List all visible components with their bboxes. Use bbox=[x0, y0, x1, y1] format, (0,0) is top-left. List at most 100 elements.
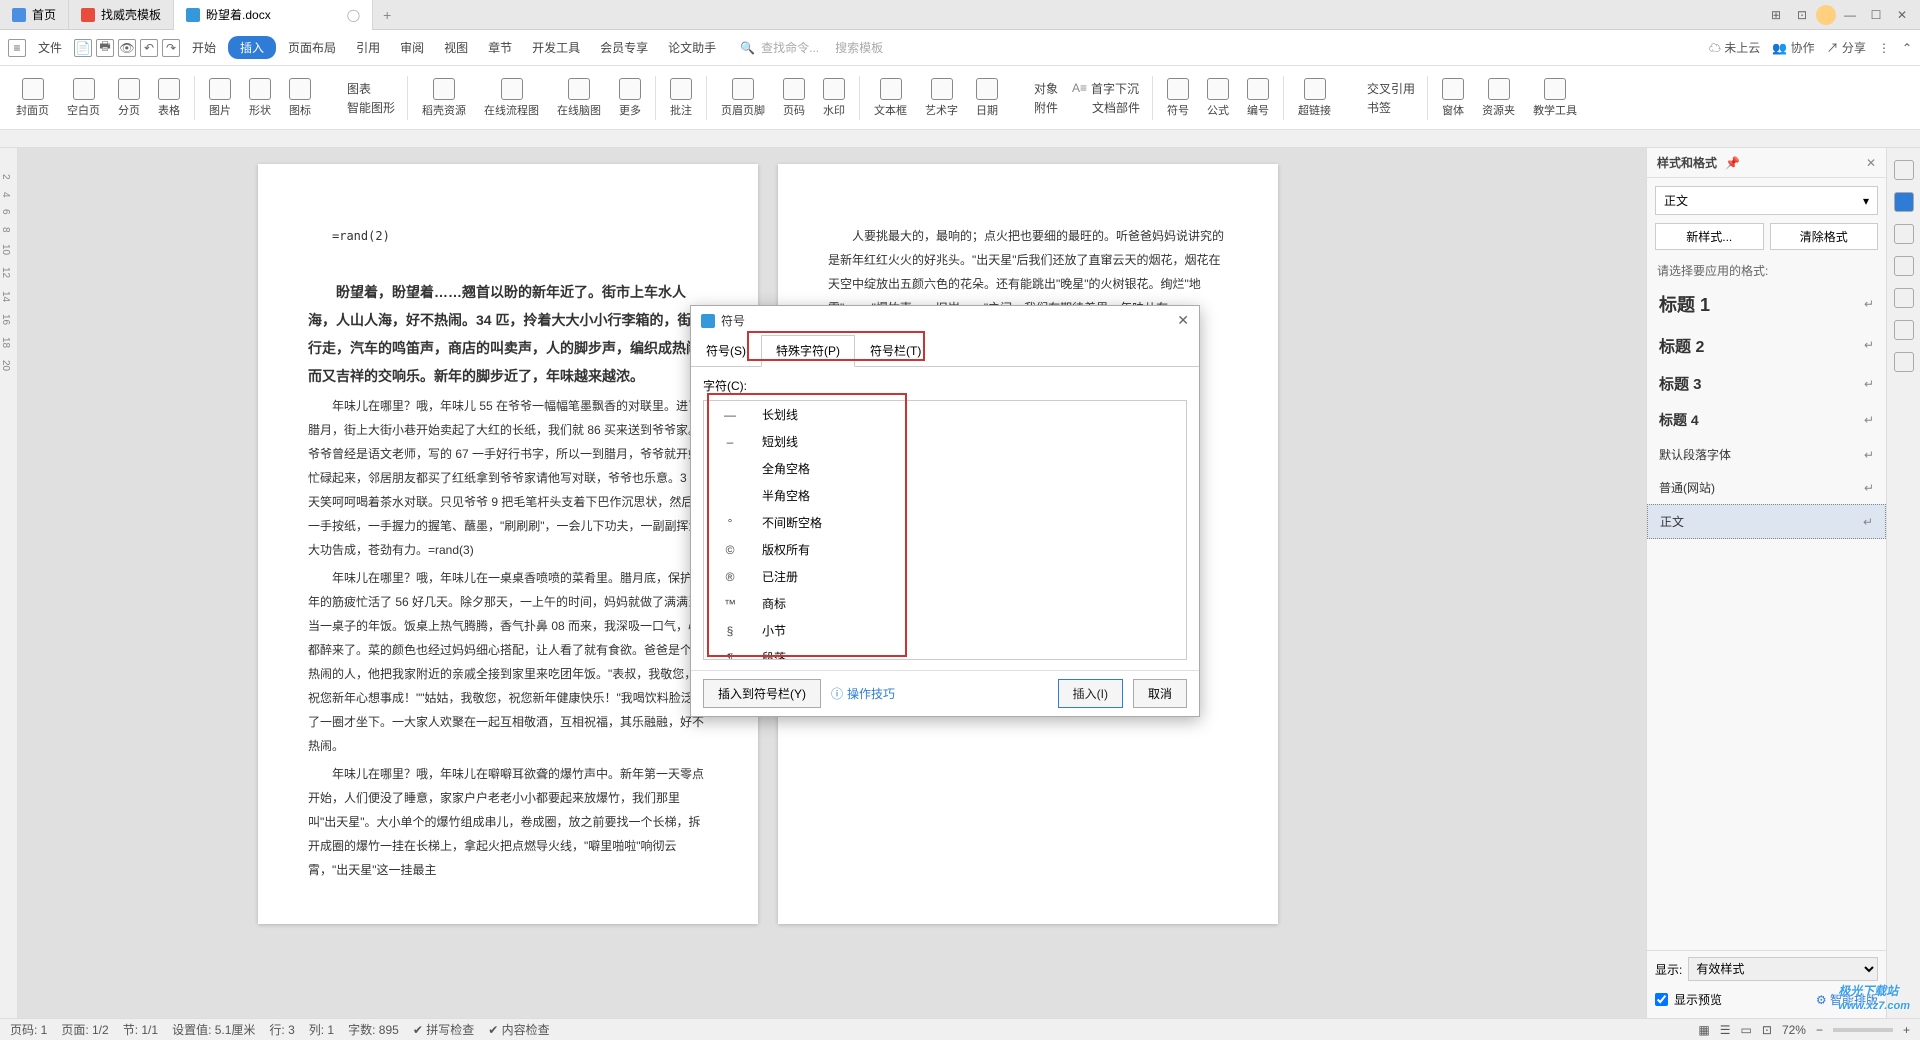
menu-layout[interactable]: 页面布局 bbox=[280, 35, 344, 60]
styles-pin-icon[interactable]: 📌 bbox=[1725, 156, 1740, 170]
ribbon-date[interactable]: 日期 bbox=[968, 76, 1006, 120]
menu-ref[interactable]: 引用 bbox=[348, 35, 388, 60]
ribbon-teach[interactable]: 教学工具 bbox=[1525, 76, 1585, 120]
preview-icon[interactable]: 👁 bbox=[118, 39, 136, 57]
dialog-close-icon[interactable]: ✕ bbox=[1177, 312, 1189, 329]
char-row[interactable]: —长划线 bbox=[704, 401, 1186, 428]
style-item[interactable]: 标题 3↵ bbox=[1647, 365, 1886, 402]
tab-home[interactable]: 首页 bbox=[0, 0, 69, 30]
menu-view[interactable]: 视图 bbox=[436, 35, 476, 60]
save-icon[interactable]: 📄 bbox=[74, 39, 92, 57]
tool-icon-7[interactable] bbox=[1894, 352, 1914, 372]
style-item[interactable]: 默认段落字体↵ bbox=[1647, 438, 1886, 471]
ribbon-cover[interactable]: 封面页 bbox=[8, 76, 57, 120]
horizontal-ruler[interactable] bbox=[0, 130, 1920, 148]
zoom-fit-icon[interactable]: ⊡ bbox=[1762, 1023, 1772, 1037]
status-page[interactable]: 页码: 1 bbox=[10, 1021, 47, 1038]
user-avatar[interactable] bbox=[1816, 5, 1836, 25]
ribbon-icon[interactable]: 图标 bbox=[281, 76, 319, 120]
tool-icon-2[interactable] bbox=[1894, 192, 1914, 212]
cancel-button[interactable]: 取消 bbox=[1133, 679, 1187, 708]
tool-icon-6[interactable] bbox=[1894, 320, 1914, 340]
close-button[interactable]: ✕ bbox=[1890, 3, 1914, 27]
template-search[interactable]: 搜索模板 bbox=[835, 39, 883, 56]
menu-file[interactable]: 文件 bbox=[30, 35, 70, 60]
more-icon[interactable]: ⋮ bbox=[1878, 41, 1890, 55]
maximize-button[interactable]: ☐ bbox=[1864, 3, 1888, 27]
ribbon-crossref[interactable]: 交叉引用 bbox=[1347, 80, 1415, 97]
undo-icon[interactable]: ↶ bbox=[140, 39, 158, 57]
style-item[interactable]: 标题 2↵ bbox=[1647, 325, 1886, 365]
style-item[interactable]: 标题 4↵ bbox=[1647, 402, 1886, 438]
redo-icon[interactable]: ↷ bbox=[162, 39, 180, 57]
ribbon-object[interactable]: 对象 bbox=[1014, 80, 1058, 97]
ribbon-symbol[interactable]: 符号 bbox=[1159, 76, 1197, 120]
insert-button[interactable]: 插入(I) bbox=[1058, 679, 1123, 708]
ribbon-wordart[interactable]: 艺术字 bbox=[917, 76, 966, 120]
ribbon-batch[interactable]: 批注 bbox=[662, 76, 700, 120]
char-row[interactable]: ™商标 bbox=[704, 590, 1186, 617]
apps-icon[interactable]: ⊡ bbox=[1790, 3, 1814, 27]
ribbon-resource2[interactable]: 资源夹 bbox=[1474, 76, 1523, 120]
ribbon-number[interactable]: 编号 bbox=[1239, 76, 1277, 120]
ribbon-flowchart[interactable]: 在线流程图 bbox=[476, 76, 547, 120]
ribbon-pagebreak[interactable]: 分页 bbox=[110, 76, 148, 120]
ribbon-firstdrop[interactable]: A≡首字下沉 bbox=[1072, 80, 1140, 97]
ribbon-hyperlink[interactable]: 超链接 bbox=[1290, 76, 1339, 120]
char-row[interactable]: ¶段落 bbox=[704, 644, 1186, 660]
tool-icon-1[interactable] bbox=[1894, 160, 1914, 180]
tool-icon-3[interactable] bbox=[1894, 224, 1914, 244]
zoom-out-icon[interactable]: − bbox=[1816, 1023, 1823, 1037]
preview-checkbox[interactable] bbox=[1655, 993, 1668, 1006]
ribbon-form[interactable]: 窗体 bbox=[1434, 76, 1472, 120]
dialog-tab-special[interactable]: 特殊字符(P) bbox=[761, 335, 855, 367]
ribbon-header[interactable]: 页眉页脚 bbox=[713, 76, 773, 120]
status-pages[interactable]: 页面: 1/2 bbox=[61, 1021, 108, 1038]
cooperate-button[interactable]: 👥 协作 bbox=[1772, 39, 1814, 56]
smart-layout-link[interactable]: ⚙ 智能排版 bbox=[1816, 991, 1878, 1008]
menu-thesis[interactable]: 论文助手 bbox=[660, 35, 724, 60]
ribbon-bookmark[interactable]: 书签 bbox=[1347, 99, 1415, 116]
dialog-tab-bar[interactable]: 符号栏(T) bbox=[855, 335, 936, 366]
ribbon-smart[interactable]: 智能图形 bbox=[327, 99, 395, 116]
ribbon-pagenum[interactable]: 页码 bbox=[775, 76, 813, 120]
char-row[interactable]: 半角空格 bbox=[704, 482, 1186, 509]
current-style-select[interactable]: 正文 ▾ bbox=[1655, 186, 1878, 215]
menu-review[interactable]: 审阅 bbox=[392, 35, 432, 60]
cloud-status[interactable]: ☁ 未上云 bbox=[1709, 39, 1760, 56]
char-row[interactable]: °不间断空格 bbox=[704, 509, 1186, 536]
char-row[interactable]: ®已注册 bbox=[704, 563, 1186, 590]
share-button[interactable]: ↗ 分享 bbox=[1827, 39, 1866, 56]
vertical-ruler[interactable]: 2468101214161820 bbox=[0, 148, 18, 1018]
show-select[interactable]: 有效样式 bbox=[1688, 957, 1878, 981]
ribbon-pic[interactable]: 图片 bbox=[201, 76, 239, 120]
zoom-in-icon[interactable]: + bbox=[1903, 1023, 1910, 1037]
ribbon-chart[interactable]: 图表 bbox=[327, 80, 395, 97]
menu-dev[interactable]: 开发工具 bbox=[524, 35, 588, 60]
style-item[interactable]: 正文↵ bbox=[1647, 504, 1886, 539]
view-mode-3-icon[interactable]: ▭ bbox=[1741, 1023, 1752, 1037]
ribbon-docpart[interactable]: 文档部件 bbox=[1072, 99, 1140, 116]
menu-chapter[interactable]: 章节 bbox=[480, 35, 520, 60]
status-setvalue[interactable]: 设置值: 5.1厘米 bbox=[172, 1021, 255, 1038]
collapse-ribbon-icon[interactable]: ⌃ bbox=[1902, 41, 1912, 55]
ribbon-textbox[interactable]: 文本框 bbox=[866, 76, 915, 120]
dialog-tab-symbol[interactable]: 符号(S) bbox=[691, 335, 761, 366]
status-spell[interactable]: ✔ 拼写检查 bbox=[413, 1021, 474, 1038]
view-mode-2-icon[interactable]: ☰ bbox=[1720, 1023, 1731, 1037]
ribbon-more[interactable]: 更多 bbox=[611, 76, 649, 120]
ribbon-formula[interactable]: 公式 bbox=[1199, 76, 1237, 120]
ribbon-mindmap[interactable]: 在线脑图 bbox=[549, 76, 609, 120]
minimize-button[interactable]: — bbox=[1838, 3, 1862, 27]
status-section[interactable]: 节: 1/1 bbox=[123, 1021, 158, 1038]
zoom-slider[interactable] bbox=[1833, 1028, 1893, 1032]
menu-insert[interactable]: 插入 bbox=[228, 36, 276, 59]
ribbon-attach[interactable]: 附件 bbox=[1014, 99, 1058, 116]
tab-add-button[interactable]: + bbox=[373, 7, 401, 23]
menu-start[interactable]: 开始 bbox=[184, 35, 224, 60]
status-content[interactable]: ✔ 内容检查 bbox=[488, 1021, 549, 1038]
tool-icon-5[interactable] bbox=[1894, 288, 1914, 308]
status-line[interactable]: 行: 3 bbox=[269, 1021, 294, 1038]
status-col[interactable]: 列: 1 bbox=[309, 1021, 334, 1038]
layout-icon[interactable]: ⊞ bbox=[1764, 3, 1788, 27]
